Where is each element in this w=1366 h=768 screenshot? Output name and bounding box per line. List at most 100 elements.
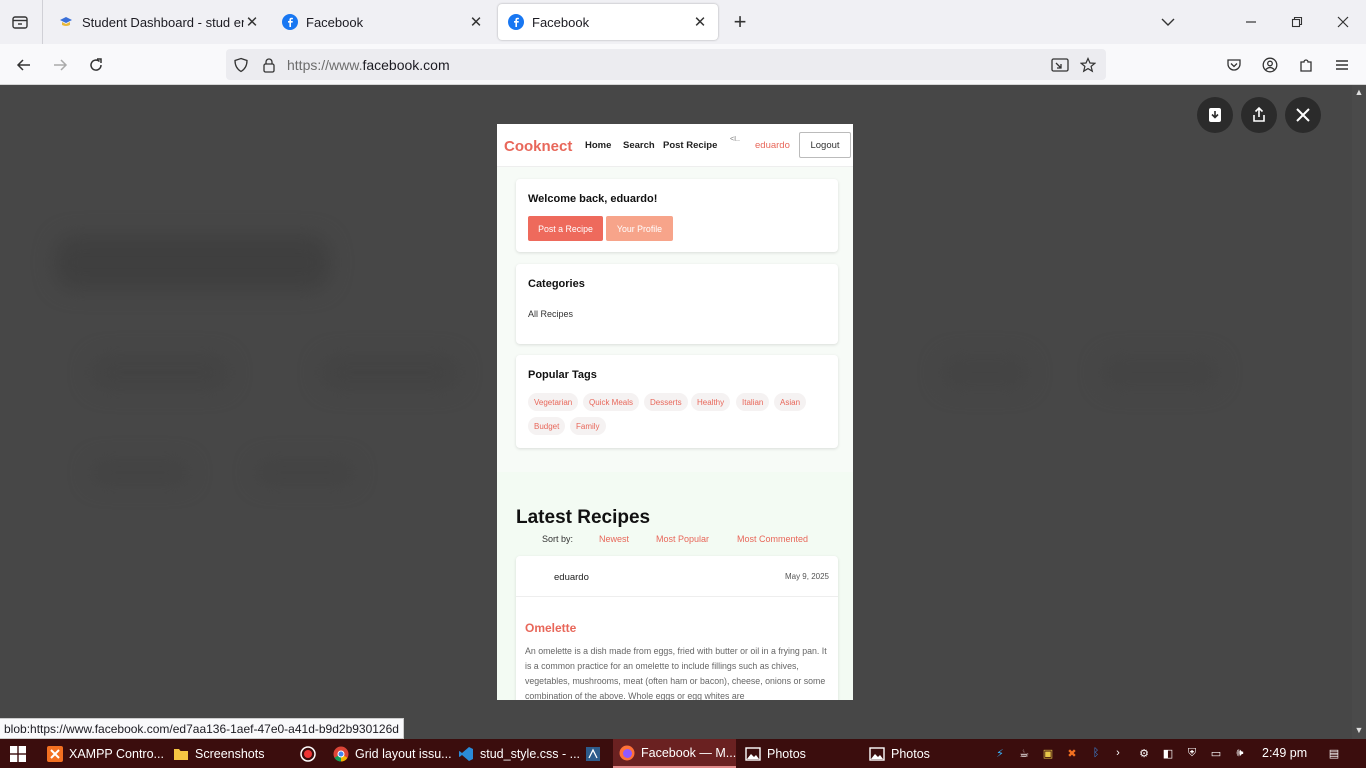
puzzle-icon	[1300, 59, 1312, 72]
tab-overflow-button[interactable]	[1153, 8, 1183, 36]
cup-icon[interactable]: ☕	[1016, 745, 1032, 761]
picture-in-picture-icon[interactable]	[1051, 56, 1069, 74]
record-icon	[300, 745, 316, 762]
tab-close-icon[interactable]: ✕	[468, 14, 484, 31]
popular-tags-heading: Popular Tags	[528, 369, 597, 381]
share-icon	[1253, 106, 1265, 122]
menu-button[interactable]	[1329, 52, 1355, 78]
app-icon	[586, 746, 600, 761]
tab-list-button[interactable]	[8, 10, 32, 34]
clock[interactable]: 2:49 pm	[1262, 746, 1307, 760]
arrow-right-icon	[54, 59, 68, 71]
avatar: <I..	[730, 136, 740, 143]
taskbar-label: Grid layout issu...	[355, 746, 452, 761]
divider	[516, 596, 838, 597]
recipe-date: May 9, 2025	[784, 572, 829, 581]
taskbar-label: stud_style.css - ...	[480, 746, 581, 761]
minimize-icon	[1246, 21, 1256, 23]
facebook-icon	[282, 14, 298, 30]
chevron-down-icon	[1161, 18, 1175, 26]
pocket-icon	[1227, 59, 1241, 71]
taskbar-screenshots[interactable]: Screenshots	[173, 739, 264, 768]
taskbar-firefox[interactable]: Facebook — M...	[613, 739, 736, 768]
vertical-scrollbar[interactable]: ▲ ▼	[1352, 85, 1366, 739]
logout-button: Logout	[799, 132, 851, 158]
download-button[interactable]	[1197, 97, 1233, 133]
extensions-button[interactable]	[1293, 52, 1319, 78]
tag-chip: Asian	[774, 393, 807, 411]
tag-chip: Budget	[528, 417, 566, 435]
taskbar-label: Facebook — M...	[641, 745, 737, 760]
navigation-bar: https://www.facebook.com	[0, 44, 1366, 85]
windows-icon	[10, 745, 26, 762]
taskbar-label: Photos	[767, 746, 806, 761]
sort-most-popular: Most Popular	[656, 534, 710, 544]
address-bar[interactable]: https://www.facebook.com	[226, 49, 1106, 80]
xampp-tray-icon[interactable]: ✖	[1064, 745, 1080, 761]
tab-close-icon[interactable]: ✕	[692, 14, 708, 31]
start-button[interactable]	[10, 739, 26, 768]
bluetooth-icon[interactable]: ᛒ	[1088, 745, 1104, 761]
blurred-block	[1100, 355, 1220, 390]
chevron-right-icon[interactable]: ›	[1110, 745, 1126, 761]
sort-label: Sort by:	[542, 534, 574, 544]
reload-button[interactable]	[83, 52, 109, 78]
new-tab-button[interactable]: +	[728, 9, 752, 34]
tab-student-dashboard[interactable]: Student Dashboard - stud ent ✕	[48, 4, 270, 40]
lightning-icon[interactable]: ⚡	[992, 745, 1008, 761]
tag-chip: Desserts	[644, 393, 688, 411]
taskbar-app[interactable]	[585, 739, 607, 768]
scroll-up-icon[interactable]: ▲	[1354, 87, 1364, 97]
lock-icon[interactable]	[260, 56, 278, 74]
chrome-icon	[333, 746, 349, 762]
taskbar-label: Screenshots	[195, 746, 265, 761]
star-icon[interactable]	[1079, 56, 1097, 74]
taskbar-vscode[interactable]: stud_style.css - ...	[458, 739, 580, 768]
shield-icon[interactable]	[232, 56, 250, 74]
taskbar-chrome[interactable]: Grid layout issu...	[333, 739, 452, 768]
taskbar-label: Photos	[891, 746, 930, 761]
tab-facebook-2[interactable]: Facebook ✕	[498, 4, 718, 40]
account-icon	[1262, 57, 1278, 73]
taskbar-xampp[interactable]: XAMPP Contro...	[47, 739, 164, 768]
taskbar-recorder[interactable]	[300, 739, 322, 768]
network-activity-icon[interactable]: ⚙	[1136, 745, 1152, 761]
forward-button[interactable]	[47, 52, 73, 78]
your-profile-button: Your Profile	[606, 216, 673, 241]
welcome-heading: Welcome back, eduardo!	[528, 193, 658, 205]
shared-screenshot: Cooknect Home Search Post Recipe <I.. ed…	[497, 124, 853, 700]
account-button[interactable]	[1257, 52, 1283, 78]
close-viewer-button[interactable]	[1285, 97, 1321, 133]
volume-icon[interactable]: 🕪	[1232, 745, 1248, 761]
reload-icon	[90, 58, 102, 71]
cooknect-logo: Cooknect	[504, 138, 573, 155]
restore-button[interactable]	[1282, 8, 1312, 36]
tab-facebook-1[interactable]: Facebook ✕	[272, 4, 494, 40]
pocket-button[interactable]	[1221, 52, 1247, 78]
folder-icon	[174, 748, 188, 760]
display-icon[interactable]: ▭	[1208, 745, 1224, 761]
tab-close-icon[interactable]: ✕	[244, 14, 260, 31]
blurred-block	[320, 355, 460, 390]
tray-app-icon[interactable]: ▣	[1040, 745, 1056, 761]
notifications-icon[interactable]: ▤	[1326, 745, 1342, 761]
taskbar-photos-1[interactable]: Photos	[745, 739, 806, 768]
back-button[interactable]	[11, 52, 37, 78]
minimize-button[interactable]	[1236, 8, 1266, 36]
facebook-icon	[508, 14, 524, 30]
tab-title: Facebook	[532, 14, 590, 30]
taskbar-photos-2[interactable]: Photos	[869, 739, 930, 768]
categories-heading: Categories	[528, 278, 585, 290]
share-button[interactable]	[1241, 97, 1277, 133]
security-icon[interactable]: ⛨	[1184, 745, 1200, 761]
blurred-heading	[55, 235, 330, 290]
scroll-down-icon[interactable]: ▼	[1354, 725, 1364, 735]
sort-most-commented: Most Commented	[737, 534, 809, 544]
recipe-description: An omelette is a dish made from eggs, fr…	[525, 646, 827, 700]
tab-list-icon	[12, 16, 28, 29]
sort-newest: Newest	[599, 534, 630, 544]
camera-icon[interactable]: ◧	[1160, 745, 1176, 761]
taskbar-label: XAMPP Contro...	[69, 746, 164, 761]
close-window-button[interactable]	[1328, 8, 1358, 36]
tab-title: Student Dashboard - stud ent	[82, 14, 244, 30]
